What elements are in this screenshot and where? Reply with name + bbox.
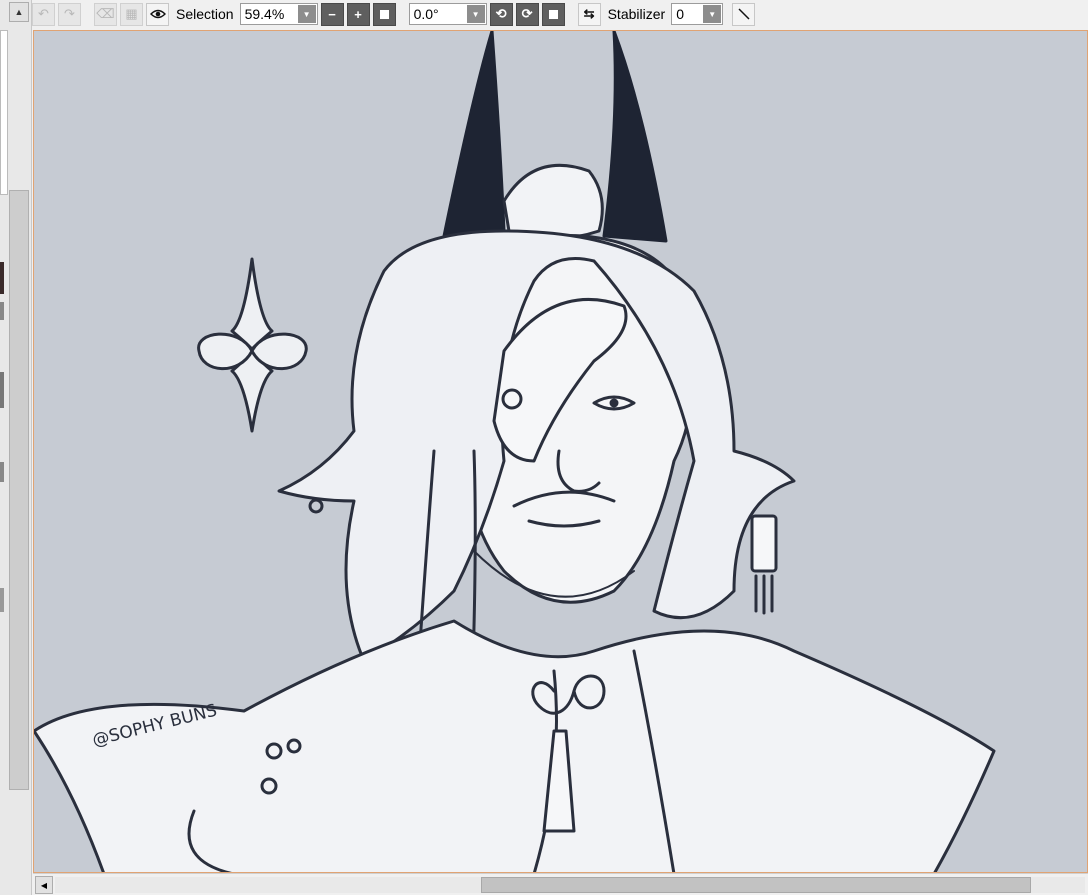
redo-button[interactable]: ↷ <box>58 2 81 26</box>
horizontal-scrollbar[interactable]: ◀ <box>33 873 1088 895</box>
panel-marker <box>0 302 4 320</box>
fill-button[interactable]: ▦ <box>120 2 143 26</box>
undo-button[interactable]: ↶ <box>32 2 55 26</box>
rotation-combo[interactable]: 0.0° ▼ <box>408 3 487 25</box>
zoom-in-button[interactable]: + <box>346 2 370 26</box>
clear-button[interactable]: ⌫ <box>94 2 117 26</box>
line-tool-button[interactable] <box>732 2 756 26</box>
panel-marker <box>0 588 4 612</box>
drawing-canvas[interactable]: @SOPHY BUNS <box>33 30 1088 873</box>
rotate-left-button[interactable]: ⟲ <box>489 2 513 26</box>
rotate-left-icon: ⟲ <box>495 6 507 21</box>
rotate-right-button[interactable]: ⟳ <box>515 2 539 26</box>
scroll-thumb[interactable] <box>481 877 1031 893</box>
square-icon <box>548 9 558 19</box>
sketch-artwork: @SOPHY BUNS <box>34 31 996 872</box>
rotate-right-icon: ⟳ <box>521 6 533 21</box>
color-swatch[interactable] <box>0 262 4 294</box>
scroll-up-button[interactable]: ▲ <box>9 2 29 22</box>
panel-marker <box>0 462 4 482</box>
eye-icon <box>149 9 166 19</box>
zoom-out-button[interactable]: − <box>320 2 344 26</box>
zoom-value: 59.4% <box>244 6 285 22</box>
zoom-reset-button[interactable] <box>372 2 396 26</box>
chevron-down-icon[interactable]: ▼ <box>297 5 316 23</box>
vertical-scrollbar[interactable] <box>9 190 29 790</box>
chevron-down-icon[interactable]: ▼ <box>703 5 722 23</box>
rotation-value: 0.0° <box>413 6 439 22</box>
stabilizer-value: 0 <box>676 6 684 22</box>
line-icon <box>738 8 750 20</box>
right-horn <box>602 31 668 243</box>
left-horn <box>442 31 506 238</box>
stabilizer-label: Stabilizer <box>607 6 666 22</box>
scroll-left-button[interactable]: ◀ <box>35 876 53 894</box>
infinity-ornament <box>197 257 308 433</box>
square-icon <box>379 9 389 19</box>
stabilizer-combo[interactable]: 0 ▼ <box>671 3 724 25</box>
app-window: ▲ ↶ ↷ ⌫ ▦ Selection 59.4% ▼ − + 0.0° ▼ ⟲… <box>0 0 1088 895</box>
side-panel-edge <box>0 30 8 195</box>
zoom-combo[interactable]: 59.4% ▼ <box>239 3 318 25</box>
left-panel-strip: ▲ <box>0 0 32 895</box>
rotation-reset-button[interactable] <box>541 2 565 26</box>
selection-label: Selection <box>176 6 234 22</box>
flip-icon: ⇆ <box>583 6 595 21</box>
chevron-down-icon[interactable]: ▼ <box>466 5 485 23</box>
toolbar: ↶ ↷ ⌫ ▦ Selection 59.4% ▼ − + 0.0° ▼ ⟲ ⟳… <box>32 0 1088 28</box>
flip-horizontal-button[interactable]: ⇆ <box>577 2 601 26</box>
panel-marker <box>0 372 4 408</box>
view-toggle-button[interactable] <box>146 2 169 26</box>
